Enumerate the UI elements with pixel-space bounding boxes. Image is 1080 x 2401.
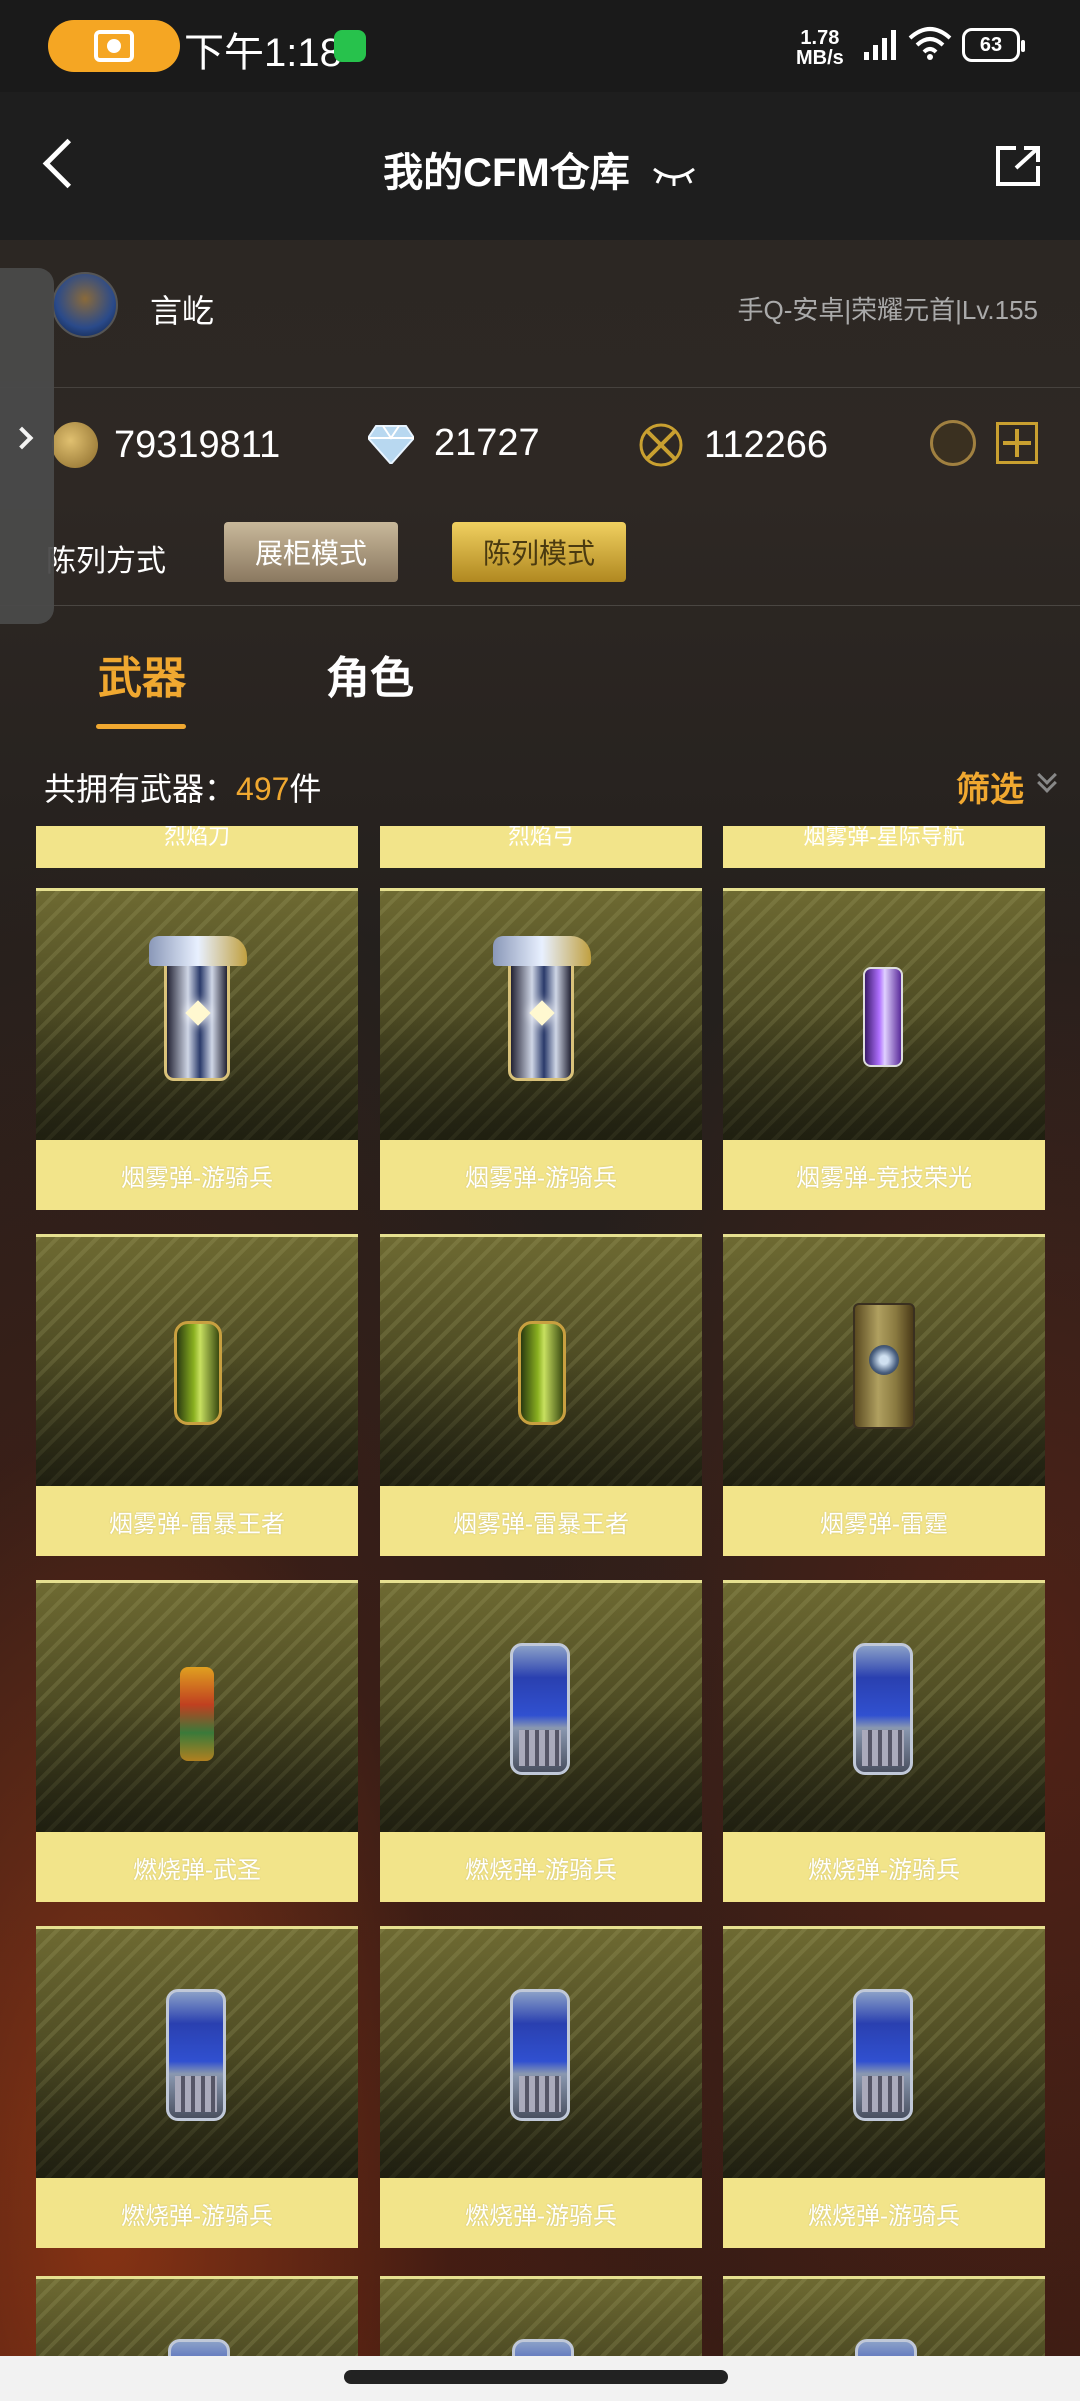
weapon-card-partial[interactable]: 烟雾弹-星际导航 (723, 826, 1045, 868)
status-time: 下午1:18 (184, 31, 342, 75)
signal-icon (864, 30, 896, 60)
incendiary-grenade-icon (166, 1989, 226, 2121)
camera-icon (94, 30, 134, 62)
smoke-grenade-icon (493, 936, 591, 1081)
crossed-swords-icon (639, 423, 683, 467)
category-tabs: 武器 角色 (0, 606, 1080, 736)
coins-value: 79319811 (114, 423, 281, 466)
weapon-card-partial[interactable] (380, 2276, 702, 2366)
weapon-card[interactable]: 燃烧弹-游骑兵 (36, 1926, 358, 2248)
wechat-notification-icon (334, 30, 366, 62)
smoke-grenade-icon (149, 936, 247, 1081)
weapon-card[interactable]: 烟雾弹-游骑兵 (380, 888, 702, 1210)
display-mode-label: 陈列方式 (46, 545, 166, 578)
weapon-name: 烟雾弹-游骑兵 (380, 1140, 702, 1210)
weapon-name: 燃烧弹-游骑兵 (723, 1832, 1045, 1902)
incendiary-grenade-icon (180, 1667, 214, 1761)
weapon-card-partial[interactable] (36, 2276, 358, 2366)
weapon-art (36, 888, 358, 1140)
username: 言屹 (150, 293, 215, 329)
weapon-art (723, 1580, 1045, 1832)
weapon-card[interactable]: 烟雾弹-雷霆 (723, 1234, 1045, 1556)
weapon-name: 烟雾弹-游骑兵 (36, 1140, 358, 1210)
weapon-card[interactable]: 烟雾弹-竞技荣光 (723, 888, 1045, 1210)
profile-row: 言屹 手Q-安卓|荣耀元首|Lv.155 (0, 240, 1080, 388)
add-currency-button[interactable] (996, 422, 1038, 464)
weapon-count: 共拥有武器：497件 (44, 771, 322, 807)
avatar[interactable] (52, 272, 118, 338)
weapon-card-partial[interactable]: 烈焰刀 (36, 826, 358, 868)
weapon-name: 燃烧弹-游骑兵 (36, 2178, 358, 2248)
incendiary-grenade-icon (510, 1643, 570, 1775)
smoke-grenade-icon (174, 1321, 222, 1425)
weapon-card-partial[interactable]: 烈焰弓 (380, 826, 702, 868)
share-icon[interactable] (994, 144, 1042, 188)
app-header: 我的CFM仓库 (0, 92, 1080, 240)
weapon-card[interactable]: 燃烧弹-游骑兵 (723, 1926, 1045, 2248)
weapon-art (723, 1234, 1045, 1486)
weapon-card[interactable]: 烟雾弹-雷暴王者 (36, 1234, 358, 1556)
incendiary-grenade-icon (510, 1989, 570, 2121)
account-info: 手Q-安卓|荣耀元首|Lv.155 (737, 295, 1038, 325)
weapon-card[interactable]: 烟雾弹-雷暴王者 (380, 1234, 702, 1556)
display-mode-row: 陈列方式 展柜模式 陈列模式 (0, 510, 1080, 606)
weapon-art (380, 1234, 702, 1486)
weapon-name: 燃烧弹-武圣 (36, 1832, 358, 1902)
weapon-name: 烟雾弹-雷暴王者 (380, 1486, 702, 1556)
incendiary-grenade-icon (853, 1643, 913, 1775)
smoke-grenade-icon (863, 967, 903, 1067)
list-mode-button[interactable]: 陈列模式 (452, 522, 626, 582)
weapon-name: 烟雾弹-竞技荣光 (723, 1140, 1045, 1210)
weapon-name: 烟雾弹-雷霆 (723, 1486, 1045, 1556)
tab-weapons[interactable]: 武器 (98, 642, 186, 706)
smoke-grenade-icon (518, 1321, 566, 1425)
home-indicator[interactable] (344, 2370, 728, 2384)
weapon-art (380, 1580, 702, 1832)
chevron-right-icon (10, 426, 34, 450)
weapon-grid: 烈焰刀 烈焰弓 烟雾弹-星际导航 烟雾弹-游骑兵 烟雾弹-游骑兵 烟雾弹-竞技荣… (0, 826, 1080, 2366)
wifi-icon (908, 27, 952, 60)
diamonds-display: 21727 (368, 422, 540, 465)
diamonds-value: 21727 (434, 422, 540, 464)
weapon-art (36, 1234, 358, 1486)
weapon-art (723, 1926, 1045, 2178)
filter-button[interactable]: 筛选 (956, 762, 1057, 811)
weapon-name: 燃烧弹-游骑兵 (723, 2178, 1045, 2248)
weapon-art (380, 888, 702, 1140)
currency-row: 79319811 21727 112266 (0, 390, 1080, 510)
medals-display: 112266 (638, 422, 828, 468)
rank-emblem-icon[interactable] (930, 420, 976, 466)
status-bar: 下午1:18 1.78 MB/s 63 (0, 0, 1080, 92)
inventory-summary: 共拥有武器：497件 筛选 (0, 736, 1080, 826)
incendiary-grenade-icon (853, 1989, 913, 2121)
side-drawer-toggle[interactable] (0, 268, 54, 624)
coins-display: 79319811 (52, 422, 280, 468)
eye-closed-icon[interactable] (651, 163, 697, 187)
weapon-art (36, 1926, 358, 2178)
weapon-card[interactable]: 烟雾弹-游骑兵 (36, 888, 358, 1210)
weapon-name: 燃烧弹-游骑兵 (380, 2178, 702, 2248)
screen-record-indicator[interactable] (48, 20, 180, 72)
battery-level: 63 (979, 33, 1003, 56)
network-speed: 1.78 MB/s (796, 27, 844, 69)
smoke-grenade-icon (853, 1303, 915, 1429)
weapon-card[interactable]: 燃烧弹-游骑兵 (380, 1926, 702, 2248)
active-tab-indicator (96, 724, 186, 729)
weapon-art (36, 1580, 358, 1832)
page-title: 我的CFM仓库 (0, 140, 1080, 198)
weapon-card[interactable]: 燃烧弹-游骑兵 (723, 1580, 1045, 1902)
weapon-name: 烟雾弹-雷暴王者 (36, 1486, 358, 1556)
coin-icon (52, 422, 98, 468)
medals-value: 112266 (704, 423, 828, 466)
weapon-art (380, 1926, 702, 2178)
weapon-art (723, 888, 1045, 1140)
cabinet-mode-button[interactable]: 展柜模式 (224, 522, 398, 582)
diamond-icon (368, 424, 414, 464)
weapon-card[interactable]: 燃烧弹-武圣 (36, 1580, 358, 1902)
weapon-card[interactable]: 燃烧弹-游骑兵 (380, 1580, 702, 1902)
tab-roles[interactable]: 角色 (326, 642, 414, 706)
battery-icon: 63 (962, 28, 1025, 62)
weapon-name: 燃烧弹-游骑兵 (380, 1832, 702, 1902)
weapon-card-partial[interactable] (723, 2276, 1045, 2366)
